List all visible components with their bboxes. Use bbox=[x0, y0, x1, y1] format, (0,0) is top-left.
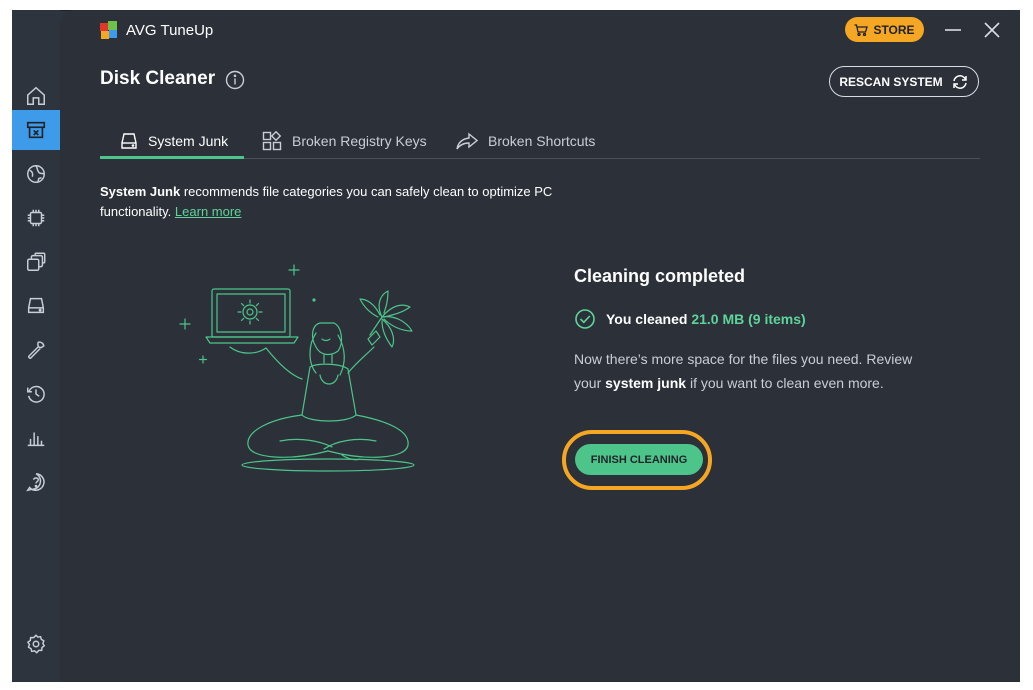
close-button[interactable] bbox=[980, 18, 1004, 42]
windows-stack-icon bbox=[27, 252, 46, 271]
cleaned-summary: You cleaned 21.0 MB (9 items) bbox=[574, 308, 806, 330]
sidebar-item-globe[interactable] bbox=[12, 154, 60, 194]
cleaning-completed-title: Cleaning completed bbox=[574, 266, 746, 286]
store-label: STORE bbox=[873, 22, 915, 37]
tab-label: Broken Shortcuts bbox=[488, 133, 596, 149]
cleaning-illustration bbox=[179, 264, 415, 472]
refresh-icon bbox=[952, 74, 967, 89]
close-icon bbox=[984, 22, 1000, 38]
registry-grid-icon bbox=[262, 131, 282, 151]
tab-label: System Junk bbox=[148, 133, 229, 149]
result-body-text: Now there’s more space for the files you… bbox=[574, 347, 924, 395]
minimize-button[interactable] bbox=[941, 18, 965, 42]
sidebar bbox=[12, 10, 60, 682]
active-tab-indicator bbox=[100, 156, 244, 159]
app-title: AVG TuneUp bbox=[126, 21, 214, 39]
globe-icon bbox=[27, 165, 45, 183]
wrench-icon bbox=[27, 341, 45, 359]
rescan-system-button[interactable]: RESCAN SYSTEM bbox=[829, 66, 979, 97]
drive-icon bbox=[27, 297, 45, 314]
info-icon bbox=[225, 70, 245, 90]
store-button[interactable]: STORE bbox=[845, 17, 924, 42]
sidebar-item-help[interactable] bbox=[12, 462, 60, 502]
home-icon bbox=[27, 86, 45, 105]
drive-icon bbox=[121, 133, 137, 149]
finish-cleaning-button[interactable]: FINISH CLEANING bbox=[575, 444, 703, 475]
check-circle-icon bbox=[575, 309, 595, 329]
sidebar-item-tools[interactable] bbox=[12, 330, 60, 370]
help-icon bbox=[26, 473, 45, 492]
tab-system-junk[interactable]: System Junk bbox=[120, 124, 228, 158]
sidebar-item-drive[interactable] bbox=[12, 286, 60, 326]
rescan-label: RESCAN SYSTEM bbox=[839, 74, 943, 89]
shortcut-arrow-icon bbox=[456, 132, 478, 150]
description-bold: System Junk bbox=[100, 184, 181, 199]
tab-description: System Junk recommends file categories y… bbox=[100, 182, 560, 222]
stats-icon bbox=[27, 432, 45, 447]
history-icon bbox=[27, 385, 45, 403]
disk-cleaner-icon bbox=[26, 121, 46, 139]
minimize-icon bbox=[945, 29, 961, 31]
learn-more-link[interactable]: Learn more bbox=[175, 204, 241, 219]
sidebar-item-disk-cleaner[interactable] bbox=[12, 110, 60, 150]
page-title: Disk Cleaner bbox=[100, 68, 216, 89]
settings-icon bbox=[26, 634, 46, 654]
sidebar-item-settings[interactable] bbox=[12, 624, 60, 664]
tab-broken-shortcuts[interactable]: Broken Shortcuts bbox=[456, 124, 595, 158]
cleaned-prefix: You cleaned bbox=[606, 311, 692, 327]
sidebar-item-performance[interactable] bbox=[12, 198, 60, 238]
cleaned-amount: 21.0 MB (9 items) bbox=[691, 311, 806, 327]
info-button[interactable] bbox=[225, 70, 245, 90]
sidebar-item-apps[interactable] bbox=[12, 242, 60, 282]
sidebar-item-stats[interactable] bbox=[12, 418, 60, 458]
tab-label: Broken Registry Keys bbox=[292, 133, 427, 149]
avg-logo-icon bbox=[100, 21, 118, 39]
cart-icon bbox=[854, 23, 869, 36]
chip-icon bbox=[27, 209, 45, 227]
body-text-2: if you want to clean even more. bbox=[686, 375, 884, 391]
app-title-bar: AVG TuneUp bbox=[100, 18, 213, 42]
system-junk-emphasis: system junk bbox=[605, 375, 687, 391]
tab-broken-registry-keys[interactable]: Broken Registry Keys bbox=[262, 124, 427, 158]
sidebar-item-history[interactable] bbox=[12, 374, 60, 414]
